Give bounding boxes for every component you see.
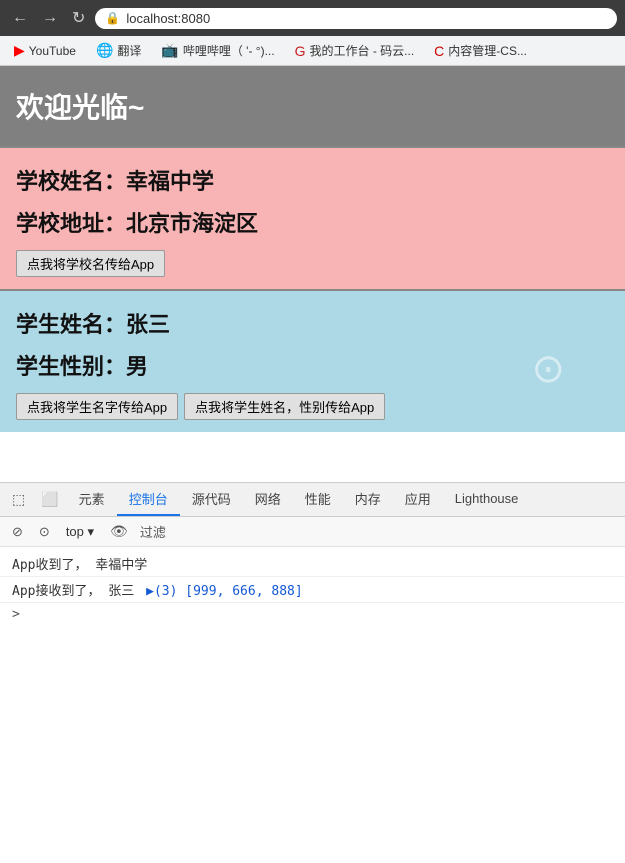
device-toolbar-button[interactable]: ⬜ xyxy=(33,485,66,514)
refresh-button[interactable]: ↻ xyxy=(68,6,89,30)
filter-label: 过滤 xyxy=(140,522,166,541)
school-name-label: 学校姓名：幸福中学 xyxy=(16,164,609,196)
page-content: 欢迎光临~ 学校姓名：幸福中学 学校地址：北京市海淀区 点我将学校名传给App … xyxy=(0,66,625,482)
url-text: localhost:8080 xyxy=(126,11,210,26)
tab-elements[interactable]: 元素 xyxy=(67,483,117,516)
tab-network[interactable]: 网络 xyxy=(243,483,293,516)
tab-lighthouse[interactable]: Lighthouse xyxy=(443,485,531,514)
empty-area xyxy=(0,432,625,482)
translate-icon: 🌐 xyxy=(96,42,113,59)
bookmark-label: 哔哩哔哩（ '- °)... xyxy=(183,42,275,59)
forward-button[interactable]: → xyxy=(38,7,62,29)
welcome-section: 欢迎光临~ xyxy=(0,66,625,146)
lock-icon: 🔒 xyxy=(105,11,120,25)
youtube-icon: ▶ xyxy=(14,42,25,59)
cms-icon: C xyxy=(434,43,444,59)
school-addr-label: 学校地址：北京市海淀区 xyxy=(16,206,609,238)
devtools-panel: ⬚ ⬜ 元素 控制台 源代码 网络 性能 内存 应用 Lighthouse ⊘ … xyxy=(0,482,625,630)
console-line-2: App接收到了， 张三 ▶(3) [999, 666, 888] xyxy=(0,577,625,603)
bookmark-label: 我的工作台 - 码云... xyxy=(309,42,414,59)
send-student-name-gender-button[interactable]: 点我将学生姓名，性别传给App xyxy=(184,393,385,420)
bookmark-label: 内容管理-CS... xyxy=(448,42,527,59)
console-filter-button[interactable]: ⊙ xyxy=(35,522,54,542)
context-selector[interactable]: top ▾ xyxy=(62,522,98,542)
bookmark-label: YouTube xyxy=(29,44,76,58)
console-text-2b: ▶(3) [999, 666, 888] xyxy=(146,584,303,599)
back-button[interactable]: ← xyxy=(8,7,32,29)
tab-sources[interactable]: 源代码 xyxy=(180,483,243,516)
bookmark-item-bilibili[interactable]: 📺 哔哩哔哩（ '- °)... xyxy=(155,40,280,61)
clear-console-button[interactable]: ⊘ xyxy=(8,522,27,542)
browser-chrome: ← → ↻ 🔒 localhost:8080 xyxy=(0,0,625,36)
student-gender-label: 学生性别：男 xyxy=(16,349,609,381)
bilibili-icon: 📺 xyxy=(161,42,178,59)
camera-watermark-icon: ⊙ xyxy=(531,346,565,392)
bookmark-item-youtube[interactable]: ▶ YouTube xyxy=(8,40,82,61)
console-line-1: App收到了， 幸福中学 xyxy=(0,551,625,577)
bookmark-item-gitee[interactable]: G 我的工作台 - 码云... xyxy=(289,40,421,61)
bookmark-label: 翻译 xyxy=(117,42,141,59)
student-buttons: 点我将学生名字传给App 点我将学生姓名，性别传给App xyxy=(16,393,609,420)
devtools-toolbar: ⊘ ⊙ top ▾ 👁 过滤 xyxy=(0,517,625,547)
console-prompt[interactable]: > xyxy=(0,603,625,626)
bookmark-item-cms[interactable]: C 内容管理-CS... xyxy=(428,40,533,61)
bookmark-item-translate[interactable]: 🌐 翻译 xyxy=(90,40,147,61)
send-student-name-button[interactable]: 点我将学生名字传给App xyxy=(16,393,178,420)
console-output: App收到了， 幸福中学 App接收到了， 张三 ▶(3) [999, 666,… xyxy=(0,547,625,630)
send-school-button[interactable]: 点我将学校名传给App xyxy=(16,250,165,277)
bookmark-bar: ▶ YouTube 🌐 翻译 📺 哔哩哔哩（ '- °)... G 我的工作台 … xyxy=(0,36,625,66)
address-bar[interactable]: 🔒 localhost:8080 xyxy=(95,8,617,29)
eye-button[interactable]: 👁 xyxy=(106,521,132,542)
console-text-2a: App接收到了， 张三 xyxy=(12,580,142,599)
tab-application[interactable]: 应用 xyxy=(393,483,443,516)
tab-memory[interactable]: 内存 xyxy=(343,483,393,516)
devtools-tabs: ⬚ ⬜ 元素 控制台 源代码 网络 性能 内存 应用 Lighthouse xyxy=(0,483,625,517)
gitee-icon: G xyxy=(295,43,306,59)
tab-performance[interactable]: 性能 xyxy=(293,483,343,516)
tab-console[interactable]: 控制台 xyxy=(117,483,180,516)
inspect-element-button[interactable]: ⬚ xyxy=(4,485,33,514)
console-text-1: App收到了， 幸福中学 xyxy=(12,554,147,573)
school-section: 学校姓名：幸福中学 学校地址：北京市海淀区 点我将学校名传给App xyxy=(0,146,625,289)
student-section: 学生姓名：张三 学生性别：男 ⊙ 点我将学生名字传给App 点我将学生姓名，性别… xyxy=(0,289,625,432)
student-name-label: 学生姓名：张三 xyxy=(16,307,609,339)
welcome-title: 欢迎光临~ xyxy=(16,86,609,126)
